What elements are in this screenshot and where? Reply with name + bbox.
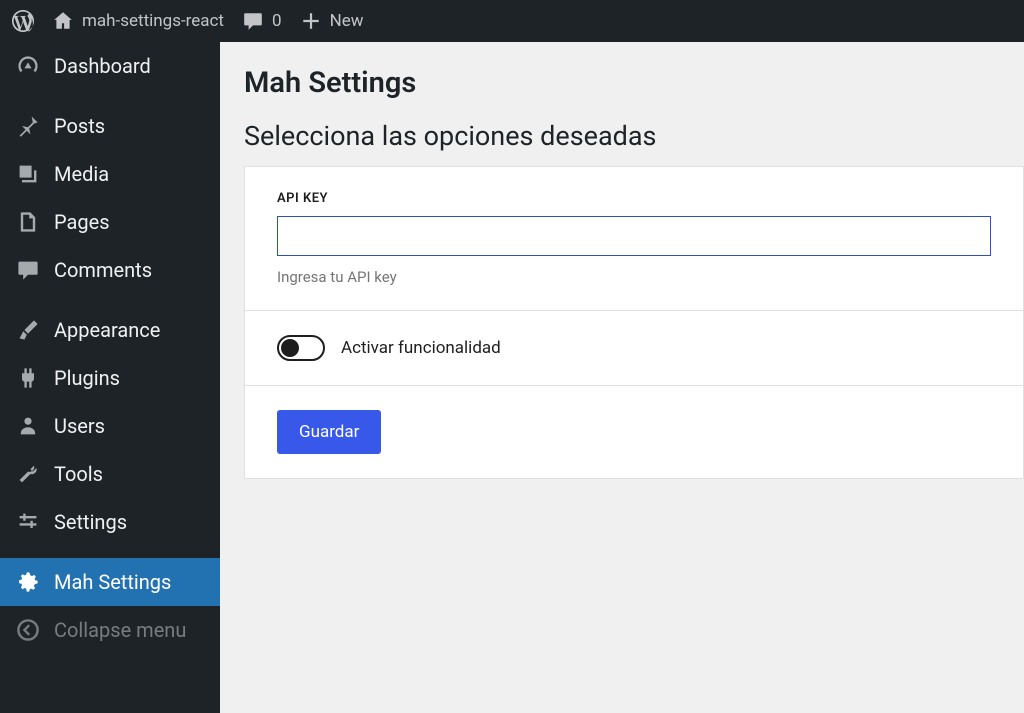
menu-label: Mah Settings	[54, 570, 171, 594]
menu-label: Dashboard	[54, 54, 151, 78]
wp-logo[interactable]	[12, 10, 34, 32]
dashboard-icon	[16, 54, 40, 78]
comments-count: 0	[272, 11, 282, 31]
menu-label: Media	[54, 162, 109, 186]
gear-icon	[16, 570, 40, 594]
save-button[interactable]: Guardar	[277, 410, 381, 454]
sliders-icon	[16, 510, 40, 534]
toggle-label: Activar funcionalidad	[341, 338, 501, 358]
comment-icon	[242, 10, 264, 32]
menu-posts[interactable]: Posts	[0, 102, 220, 150]
menu-label: Pages	[54, 210, 110, 234]
plus-icon	[300, 10, 322, 32]
menu-mah-settings[interactable]: Mah Settings	[0, 558, 220, 606]
toggle-knob	[281, 339, 299, 357]
user-icon	[16, 414, 40, 438]
page-subtitle: Selecciona las opciones deseadas	[244, 120, 1024, 152]
menu-label: Users	[54, 414, 105, 438]
menu-label: Plugins	[54, 366, 120, 390]
menu-label: Comments	[54, 258, 152, 282]
brush-icon	[16, 318, 40, 342]
menu-comments[interactable]: Comments	[0, 246, 220, 294]
page-title: Mah Settings	[244, 66, 1024, 100]
api-key-row: API KEY Ingresa tu API key	[245, 167, 1023, 311]
admin-sidebar: Dashboard Posts Media Pages Comments App…	[0, 42, 220, 713]
collapse-label: Collapse menu	[54, 618, 186, 642]
comment-icon	[16, 258, 40, 282]
actions-row: Guardar	[245, 386, 1023, 478]
comments-link[interactable]: 0	[242, 10, 282, 32]
new-content-link[interactable]: New	[300, 10, 364, 32]
menu-media[interactable]: Media	[0, 150, 220, 198]
site-home-link[interactable]: mah-settings-react	[52, 10, 224, 32]
menu-label: Settings	[54, 510, 127, 534]
pin-icon	[16, 114, 40, 138]
api-key-input[interactable]	[277, 216, 991, 256]
collapse-icon	[16, 618, 40, 642]
pages-icon	[16, 210, 40, 234]
settings-panel: API KEY Ingresa tu API key Activar funci…	[244, 166, 1024, 479]
menu-settings[interactable]: Settings	[0, 498, 220, 546]
feature-toggle[interactable]	[277, 335, 325, 361]
menu-dashboard[interactable]: Dashboard	[0, 42, 220, 90]
menu-tools[interactable]: Tools	[0, 450, 220, 498]
toggle-row: Activar funcionalidad	[245, 311, 1023, 386]
menu-plugins[interactable]: Plugins	[0, 354, 220, 402]
admin-bar: mah-settings-react 0 New	[0, 0, 1024, 42]
api-key-help: Ingresa tu API key	[277, 268, 991, 286]
site-title: mah-settings-react	[82, 11, 224, 31]
menu-appearance[interactable]: Appearance	[0, 306, 220, 354]
home-icon	[52, 10, 74, 32]
api-key-label: API KEY	[277, 191, 991, 206]
collapse-menu[interactable]: Collapse menu	[0, 606, 220, 654]
menu-label: Posts	[54, 114, 105, 138]
menu-users[interactable]: Users	[0, 402, 220, 450]
wrench-icon	[16, 462, 40, 486]
main-content: Mah Settings Selecciona las opciones des…	[220, 42, 1024, 713]
menu-label: Tools	[54, 462, 103, 486]
menu-pages[interactable]: Pages	[0, 198, 220, 246]
plugin-icon	[16, 366, 40, 390]
menu-label: Appearance	[54, 318, 160, 342]
new-label: New	[330, 11, 364, 31]
media-icon	[16, 162, 40, 186]
